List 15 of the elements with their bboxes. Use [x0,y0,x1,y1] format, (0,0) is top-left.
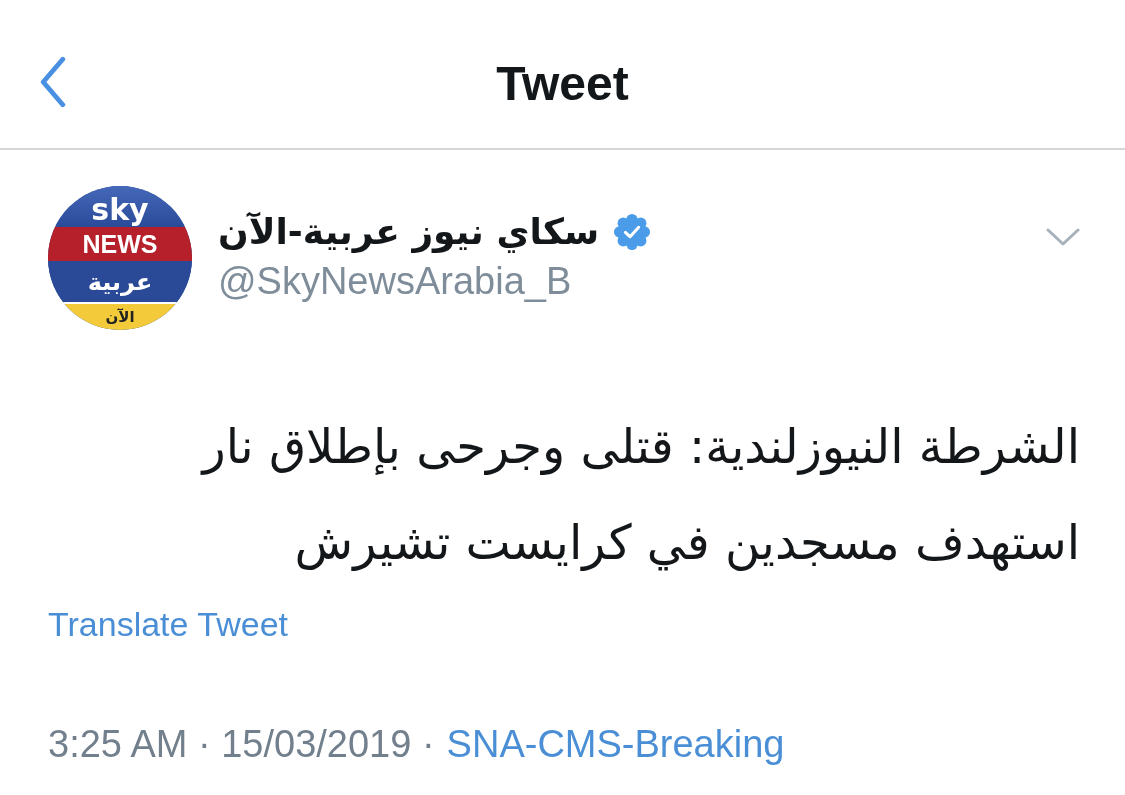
back-button[interactable] [38,56,68,108]
source-link[interactable]: SNA-CMS-Breaking [446,722,785,766]
chevron-down-icon [1046,228,1080,246]
back-chevron-icon [38,56,68,108]
logo-text: عربية [87,269,153,294]
screen-title: Tweet [496,55,629,111]
tweet-text: الشرطة النيوزلندية: قتلى وجرحى بإطلاق نار استهدف مسجدين في كرايست تشيرش [199,417,1080,573]
logo-text: NEWS [82,231,158,257]
translate-link[interactable]: Translate Tweet [48,604,288,644]
tweet-timestamp: 3:25 AM · 15/03/2019 · [48,722,435,766]
logo-text: sky [91,195,149,226]
logo-text: الآن [105,309,135,325]
author-handle[interactable]: @SkyNewsArabia_B [218,258,572,304]
more-options-button[interactable] [1046,228,1080,246]
author-name[interactable]: سكاي نيوز عربية-الآن [218,208,600,256]
